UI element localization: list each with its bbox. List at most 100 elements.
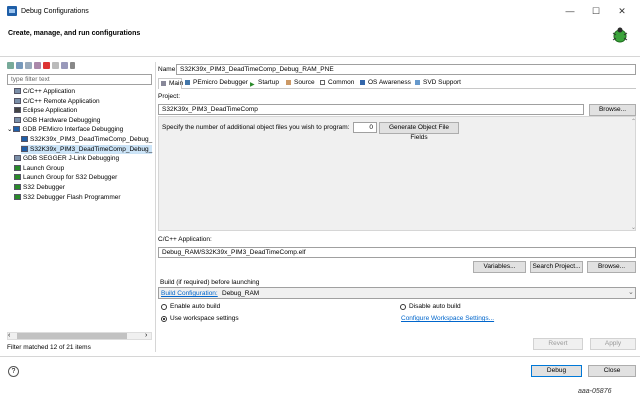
config-tabs: Main PEmicro Debugger ▶ Startup Source Co… (158, 78, 636, 89)
app-label: C/C++ Application: (158, 236, 212, 243)
enable-auto-build-label: Enable auto build (170, 303, 221, 310)
config-tree: C/C++ Application C/C++ Remote Applicatio… (7, 87, 153, 332)
project-field[interactable]: S32K39x_PIM3_DeadTimeComp (158, 104, 584, 115)
tree-item[interactable]: Launch Group (14, 164, 64, 173)
config-type-icon (14, 164, 21, 171)
pemicro-tab-icon (185, 80, 190, 85)
common-tab-icon (320, 80, 325, 85)
svd-tab-icon (415, 80, 420, 85)
tree-item[interactable]: C/C++ Remote Application (14, 97, 100, 106)
build-config-dropdown-icon[interactable]: ⌄ (628, 288, 634, 296)
app-browse-button[interactable]: Browse... (587, 261, 636, 273)
config-type-icon (14, 155, 21, 162)
area-scroll-up-icon[interactable]: ⌃ (631, 118, 636, 125)
header-title: Create, manage, and run configurations (8, 30, 141, 37)
name-field[interactable]: S32K39x_PIM3_DeadTimeComp_Debug_RAM_PNE (176, 64, 636, 75)
config-type-icon (14, 174, 21, 181)
window-title: Debug Configurations (21, 8, 89, 15)
tab-common[interactable]: Common (318, 78, 357, 89)
config-type-icon (21, 136, 28, 142)
tab-source[interactable]: Source (284, 78, 317, 89)
maximize-button[interactable]: ☐ (584, 4, 608, 18)
tree-item[interactable]: Launch Group for S32 Debugger (14, 173, 117, 182)
config-type-icon (14, 193, 21, 200)
name-label: Name: (158, 66, 178, 73)
enable-auto-build-radio[interactable] (161, 304, 167, 310)
area-scroll-down-icon[interactable]: ⌄ (631, 224, 636, 231)
scroll-left-icon[interactable]: ‹ (8, 332, 10, 339)
object-files-count[interactable]: 0 (353, 122, 377, 133)
tab-startup[interactable]: ▶ Startup (248, 78, 283, 89)
build-config-link[interactable]: Build Configuration: (161, 290, 218, 297)
tree-item[interactable]: S32K39x_PIM3_DeadTimeComp_Debug_ (21, 135, 152, 144)
scrollbar-thumb[interactable] (17, 333, 127, 339)
app-field[interactable]: Debug_RAM/S32K39x_PIM3_DeadTimeComp.elf (158, 247, 636, 258)
config-type-icon (14, 107, 21, 114)
debug-bug-icon (612, 27, 628, 43)
filter-input[interactable]: type filter text (7, 74, 152, 85)
tree-item-label: C/C++ Remote Application (23, 97, 100, 105)
tree-item-label: GDB Hardware Debugging (23, 116, 101, 124)
pane-separator[interactable] (155, 62, 156, 352)
debug-button[interactable]: Debug (531, 365, 582, 377)
tree-item-label: GDB SEGGER J-Link Debugging (23, 155, 120, 163)
build-config-value[interactable]: Debug_RAM (222, 290, 259, 297)
tab-pemicro-debugger[interactable]: PEmicro Debugger (183, 78, 248, 89)
disable-auto-build-radio[interactable] (400, 304, 406, 310)
config-type-icon (13, 126, 21, 133)
use-workspace-radio[interactable] (161, 316, 167, 322)
generate-object-fields-button[interactable]: Generate Object File Fields (379, 122, 459, 141)
scroll-right-icon[interactable]: › (145, 332, 147, 339)
close-window-button[interactable]: ✕ (610, 4, 634, 18)
duplicate-icon[interactable] (34, 62, 41, 69)
header-separator (0, 56, 640, 57)
tree-item[interactable]: Eclipse Application (14, 106, 77, 115)
config-type-icon (14, 88, 21, 94)
filter-icon[interactable] (61, 62, 68, 69)
delete-icon[interactable] (43, 62, 50, 69)
apply-button[interactable]: Apply (590, 338, 636, 350)
config-type-icon (14, 97, 21, 104)
tree-item[interactable]: GDB SEGGER J-Link Debugging (14, 154, 119, 163)
search-project-button[interactable]: Search Project... (530, 261, 583, 273)
tab-os-awareness[interactable]: OS Awareness (358, 78, 412, 89)
tree-item-label: C/C++ Application (23, 88, 76, 95)
tree-item[interactable]: ⌄ GDB PEMicro Interface Debugging (7, 125, 123, 134)
tree-item[interactable]: S32K39x_PIM3_DeadTimeComp_Debug_ (21, 144, 153, 154)
tree-item[interactable]: GDB Hardware Debugging (14, 116, 100, 125)
new-config-icon[interactable] (7, 62, 14, 69)
tree-item[interactable]: C/C++ Application (14, 87, 75, 96)
new-prototype-icon[interactable] (16, 62, 23, 69)
footer-separator (0, 356, 640, 357)
project-browse-button[interactable]: Browse... (589, 104, 636, 116)
collapse-all-icon[interactable] (52, 62, 59, 69)
filter-status: Filter matched 12 of 21 items (7, 344, 91, 351)
os-awareness-tab-icon (360, 80, 365, 85)
config-type-icon (14, 184, 21, 190)
debug-configurations-window: Debug Configurations — ☐ ✕ Create, manag… (0, 0, 640, 398)
figure-id: aaa-05876 (578, 388, 612, 395)
configure-workspace-link[interactable]: Configure Workspace Settings... (401, 315, 494, 322)
tree-item[interactable]: S32 Debugger (14, 183, 65, 192)
close-button[interactable]: Close (588, 365, 636, 377)
tab-svd-support[interactable]: SVD Support (413, 78, 463, 89)
tree-item-label: Eclipse Application (23, 107, 78, 115)
variables-button[interactable]: Variables... (473, 261, 526, 273)
minimize-button[interactable]: — (558, 4, 582, 18)
tab-main[interactable]: Main (158, 78, 183, 89)
title-bar: Debug Configurations — ☐ ✕ (0, 0, 640, 22)
revert-button[interactable]: Revert (533, 338, 583, 350)
tree-item-label: S32K39x_PIM3_DeadTimeComp_Debug_ (30, 136, 153, 143)
expand-icon[interactable]: ⌄ (7, 126, 12, 133)
startup-tab-icon: ▶ (250, 82, 255, 88)
help-icon[interactable]: ? (8, 366, 19, 377)
tree-item[interactable]: S32 Debugger Flash Programmer (14, 193, 121, 202)
view-menu-icon[interactable] (70, 62, 75, 69)
source-tab-icon (286, 80, 291, 85)
export-icon[interactable] (25, 62, 32, 69)
object-files-label: Specify the number of additional object … (162, 124, 350, 131)
config-type-icon (14, 116, 21, 123)
tree-item-label: Launch Group (23, 164, 65, 172)
build-label: Build (if required) before launching (160, 279, 260, 286)
project-label: Project: (158, 93, 181, 100)
